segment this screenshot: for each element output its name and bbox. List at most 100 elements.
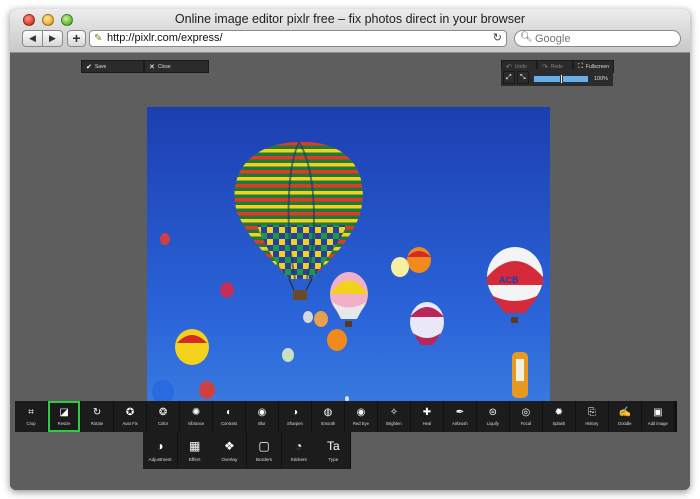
add-image-icon: ▣	[653, 406, 663, 418]
category-overlay[interactable]: ❖ Overlay	[212, 432, 247, 469]
forward-button[interactable]: ▶	[42, 31, 62, 46]
blur-icon: ◉	[257, 406, 267, 418]
tool-bar: ⌗ Crop ◪ Resize ↻ Rotate ✪ Auto Fix ❂ Color ✺ Vibra…	[15, 401, 677, 432]
tool-auto-fix[interactable]: ✪ Auto Fix	[113, 401, 147, 432]
check-icon: ✔	[86, 63, 92, 71]
category-bar: ◑ Adjustment ▦ Effect ❖ Overlay ▢ Borders ◔ Stick…	[143, 432, 351, 469]
doodle-icon: ✍	[618, 406, 632, 418]
contrast-icon: ◐	[225, 406, 233, 418]
category-label: Type	[328, 456, 339, 462]
tool-label: Vibrance	[187, 420, 205, 426]
zoom-slider[interactable]	[533, 74, 589, 84]
category-type[interactable]: Ta Type	[316, 432, 351, 469]
zoom-fit-icon: ⤢	[506, 73, 512, 81]
nav-buttons: ◀ ▶	[22, 30, 63, 47]
splash-icon: ✹	[554, 406, 564, 418]
borders-icon: ▢	[258, 438, 270, 453]
tool-label: Auto Fix	[122, 420, 138, 426]
close-button[interactable]: ✕ Close	[144, 60, 209, 73]
save-button[interactable]: ✔ Save	[81, 60, 144, 73]
tool-label: Liquify	[486, 420, 499, 426]
tool-airbrush[interactable]: ✒ Airbrush	[443, 401, 476, 432]
tool-label: Sharpen	[287, 420, 303, 426]
tool-sharpen[interactable]: ◑ Sharpen	[278, 401, 312, 432]
heal-icon: ✚	[422, 406, 432, 418]
zoom-actual-button[interactable]: ⤡	[517, 71, 529, 84]
tool-label: History	[585, 420, 599, 426]
tool-label: Airbrush	[452, 420, 468, 426]
tool-label: Color	[158, 420, 169, 426]
favicon-icon: ✎	[94, 33, 103, 44]
airbrush-icon: ✒	[455, 406, 465, 418]
tool-contrast[interactable]: ◐ Contrast	[212, 401, 246, 432]
add-bookmark-button[interactable]: +	[67, 30, 86, 47]
tool-label: Rotate	[90, 420, 104, 426]
search-icon: 🔍︎	[520, 32, 533, 43]
tool-splash[interactable]: ✹ Splash	[542, 401, 575, 432]
smooth-icon: ◍	[323, 406, 333, 418]
tool-add-image[interactable]: ▣ Add image	[641, 401, 674, 432]
tool-label: Crop	[26, 420, 36, 426]
tool-smooth[interactable]: ◍ Smooth	[311, 401, 345, 432]
search-field[interactable]: 🔍︎	[514, 30, 681, 47]
tool-label: Heal	[422, 420, 432, 426]
tool-label: Blur	[258, 420, 266, 426]
back-arrow-icon: ◀	[29, 33, 36, 43]
zoom-slider-handle[interactable]	[560, 74, 563, 84]
rotate-icon: ↻	[92, 406, 102, 418]
red-eye-icon: ◉	[356, 406, 366, 418]
back-button[interactable]: ◀	[23, 31, 42, 46]
balloon-photo: ACB	[152, 141, 543, 404]
overlay-icon: ❖	[223, 438, 235, 453]
url-text[interactable]: http://pixlr.com/express/	[107, 32, 223, 44]
effect-icon: ▦	[188, 438, 201, 453]
image-canvas[interactable]: ACB	[147, 107, 550, 420]
vibrance-icon: ✺	[191, 406, 201, 418]
tool-history[interactable]: ⎘ History	[575, 401, 608, 432]
tool-heal[interactable]: ✚ Heal	[410, 401, 443, 432]
tool-rotate[interactable]: ↻ Rotate	[80, 401, 114, 432]
pixlr-editor: ✔ Save ✕ Close ↶ Undo ↷ Redo ⛶ Fullscree…	[10, 53, 690, 490]
tool-label: Focal	[520, 420, 531, 426]
address-bar[interactable]: ✎ http://pixlr.com/express/ ↻	[89, 30, 507, 47]
auto-fix-icon: ✪	[125, 406, 135, 418]
zoom-level: 100%	[594, 76, 609, 82]
stickers-icon: ◔	[295, 438, 303, 453]
tool-crop[interactable]: ⌗ Crop	[15, 401, 48, 432]
forward-arrow-icon: ▶	[49, 33, 56, 43]
tool-brighten[interactable]: ✧ Brighten	[377, 401, 411, 432]
tool-doodle[interactable]: ✍ Doodle	[608, 401, 641, 432]
tool-resize[interactable]: ◪ Resize	[47, 401, 81, 432]
category-borders[interactable]: ▢ Borders	[247, 432, 281, 469]
browser-toolbar: Online image editor pixlr free – fix pho…	[10, 9, 690, 53]
tool-focal[interactable]: ◎ Focal	[509, 401, 542, 432]
category-label: Adjustment	[148, 456, 172, 462]
tool-red-eye[interactable]: ◉ Red Eye	[344, 401, 378, 432]
tool-label: Smooth	[320, 420, 336, 426]
search-input[interactable]	[535, 32, 675, 45]
category-label: Borders	[255, 456, 273, 462]
crop-icon: ⌗	[28, 406, 34, 418]
tool-color[interactable]: ❂ Color	[146, 401, 180, 432]
tool-blur[interactable]: ◉ Blur	[245, 401, 279, 432]
save-label: Save	[94, 63, 107, 70]
history-icon: ⎘	[587, 406, 596, 418]
tool-vibrance[interactable]: ✺ Vibrance	[179, 401, 213, 432]
tool-label: Brighten	[386, 420, 402, 426]
category-adjustment[interactable]: ◑ Adjustment	[143, 432, 177, 469]
window-title: Online image editor pixlr free – fix pho…	[174, 12, 526, 26]
zoom-fit-button[interactable]: ⤢	[503, 71, 515, 84]
resize-icon: ◪	[59, 406, 69, 418]
category-effect[interactable]: ▦ Effect	[177, 432, 212, 469]
reload-icon[interactable]: ↻	[493, 31, 502, 44]
category-label: Stickers	[290, 456, 307, 462]
tool-liquify[interactable]: ⊜ Liquify	[476, 401, 509, 432]
brighten-icon: ✧	[389, 406, 399, 418]
sharpen-icon: ◑	[291, 406, 298, 418]
tool-label: Doodle	[618, 420, 632, 426]
adjustment-icon: ◑	[156, 438, 164, 453]
category-stickers[interactable]: ◔ Stickers	[281, 432, 316, 469]
focal-icon: ◎	[521, 406, 531, 418]
tool-label: Add image	[647, 420, 668, 426]
close-icon: ✕	[149, 63, 155, 71]
